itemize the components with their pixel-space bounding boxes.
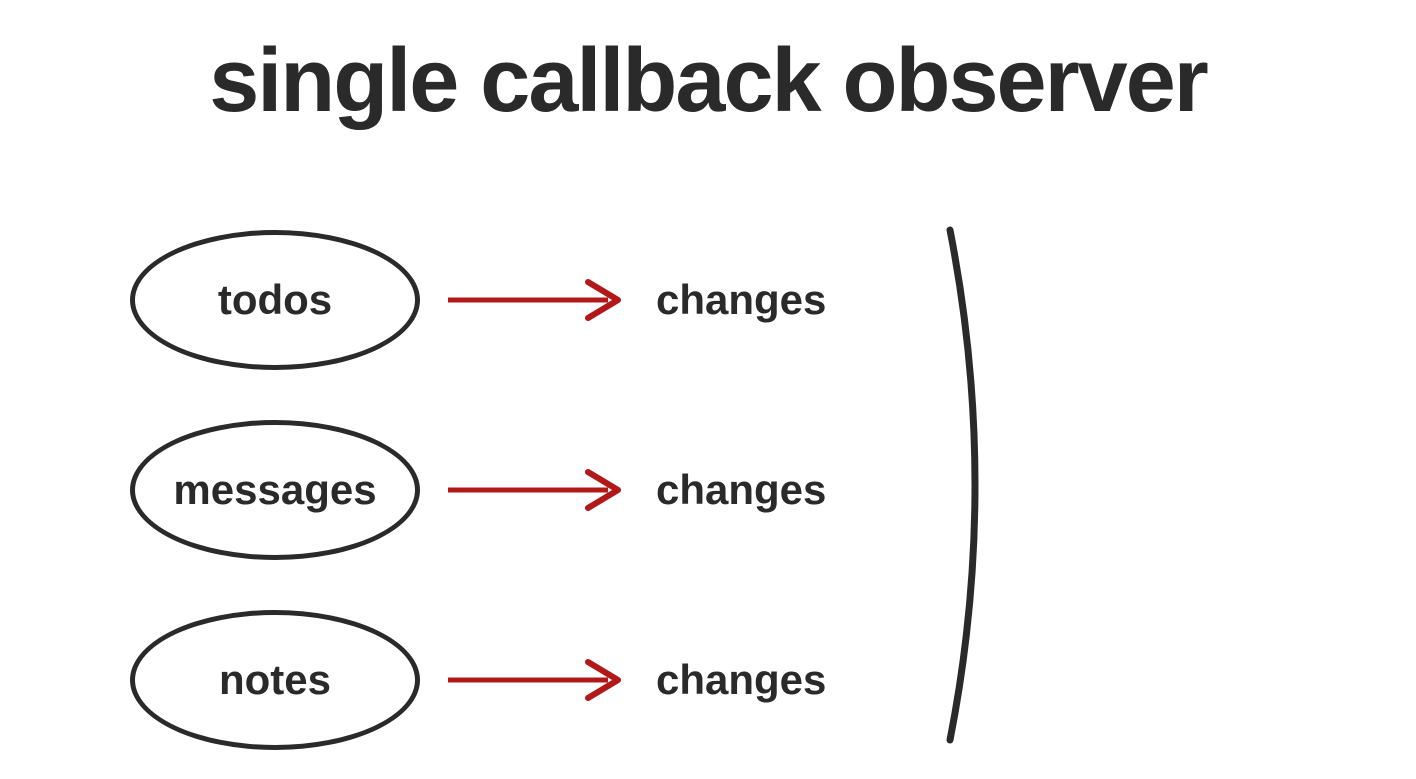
target-label: changes [656,466,826,514]
bubble-label: todos [218,276,332,324]
arrow-icon [438,650,638,710]
row-notes: notes changes [130,610,826,750]
diagram-title: single callback observer [0,30,1416,133]
brace-icon [900,220,1020,750]
diagram-stage: single callback observer todos changes m… [0,0,1416,779]
bubble-label: notes [219,656,331,704]
target-label: changes [656,656,826,704]
arrow-icon [438,460,638,520]
bubble-notes: notes [130,610,420,750]
row-todos: todos changes [130,230,826,370]
bubble-label: messages [173,466,376,514]
bubble-messages: messages [130,420,420,560]
target-label: changes [656,276,826,324]
arrow-icon [438,270,638,330]
bubble-todos: todos [130,230,420,370]
row-messages: messages changes [130,420,826,560]
